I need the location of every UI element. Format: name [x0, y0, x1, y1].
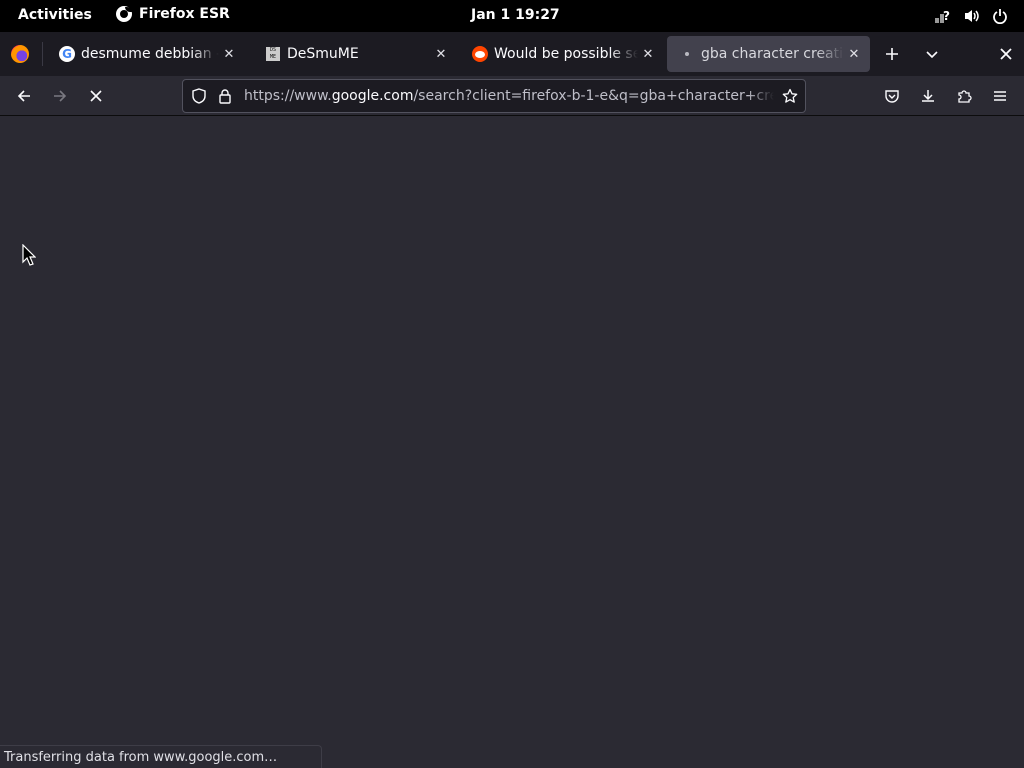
stop-loading-icon[interactable] [84, 84, 108, 108]
close-window-icon[interactable] [996, 44, 1016, 64]
url-path: /search?client=firefox-b-1-e&q=gba+chara… [413, 88, 774, 104]
url-prefix: https://www. [244, 88, 332, 104]
new-tab-plus-icon[interactable] [882, 44, 902, 64]
list-all-tabs-chevron-down-icon[interactable] [922, 44, 942, 64]
forward-arrow-icon[interactable] [48, 84, 72, 108]
reddit-icon [472, 46, 488, 62]
close-tab-icon[interactable]: ✕ [219, 44, 239, 64]
desmume-icon: DS ME [265, 46, 281, 62]
status-panel: Transferring data from www.google.com… [0, 745, 322, 768]
mouse-pointer-icon [22, 244, 36, 266]
tab-title: desmume debbian - Google Search [81, 46, 219, 62]
activities-button[interactable]: Activities [18, 7, 92, 23]
tab-title: Would be possible see [494, 46, 638, 62]
app-menu[interactable]: Firefox ESR [116, 6, 230, 22]
power-icon [993, 9, 1007, 24]
tab-title: DeSmuME [287, 46, 359, 62]
navigation-toolbar: https://www.google.com/search?client=fir… [0, 76, 1024, 116]
loading-dot-icon [679, 46, 695, 62]
close-tab-icon[interactable]: ✕ [431, 44, 451, 64]
close-tab-icon[interactable]: ✕ [844, 44, 864, 64]
tracking-protection-shield-icon[interactable] [191, 88, 207, 104]
firefox-view-icon[interactable] [11, 45, 29, 63]
tab-separator [42, 42, 43, 66]
tab-desmume-search[interactable]: G desmume debbian - Google Search ✕ [47, 36, 245, 72]
tab-reddit-post[interactable]: Would be possible see ✕ [460, 36, 664, 72]
clock[interactable]: Jan 1 19:27 [471, 7, 560, 23]
system-tray[interactable]: ? [934, 8, 1008, 24]
hamburger-menu-icon[interactable] [988, 84, 1012, 108]
close-tab-icon[interactable]: ✕ [638, 44, 658, 64]
tab-strip: G desmume debbian - Google Search ✕ DSME… [0, 32, 1024, 76]
downloads-icon[interactable] [916, 84, 940, 108]
url-bar[interactable]: https://www.google.com/search?client=fir… [182, 79, 806, 113]
svg-text:?: ? [943, 9, 950, 23]
url-text[interactable]: https://www.google.com/search?client=fir… [244, 88, 774, 104]
url-host: google.com [331, 88, 414, 104]
tab-gba-character-creation[interactable]: gba character creation ✕ [667, 36, 870, 72]
back-arrow-icon[interactable] [12, 84, 36, 108]
extensions-puzzle-icon[interactable] [952, 84, 976, 108]
page-content[interactable] [0, 117, 1024, 768]
network-unknown-icon: ? [935, 9, 950, 23]
volume-icon [965, 10, 979, 22]
lock-icon[interactable] [218, 88, 232, 104]
firefox-app-icon [116, 6, 132, 22]
pocket-icon[interactable] [880, 84, 904, 108]
tab-title: gba character creation [701, 46, 844, 62]
app-menu-label: Firefox ESR [139, 6, 230, 22]
bookmark-star-icon[interactable] [782, 88, 798, 104]
tab-desmume[interactable]: DS ME DeSmuME ✕ [253, 36, 457, 72]
google-icon: G [59, 46, 75, 62]
system-top-bar: Activities Firefox ESR Jan 1 19:27 ? [0, 0, 1024, 32]
